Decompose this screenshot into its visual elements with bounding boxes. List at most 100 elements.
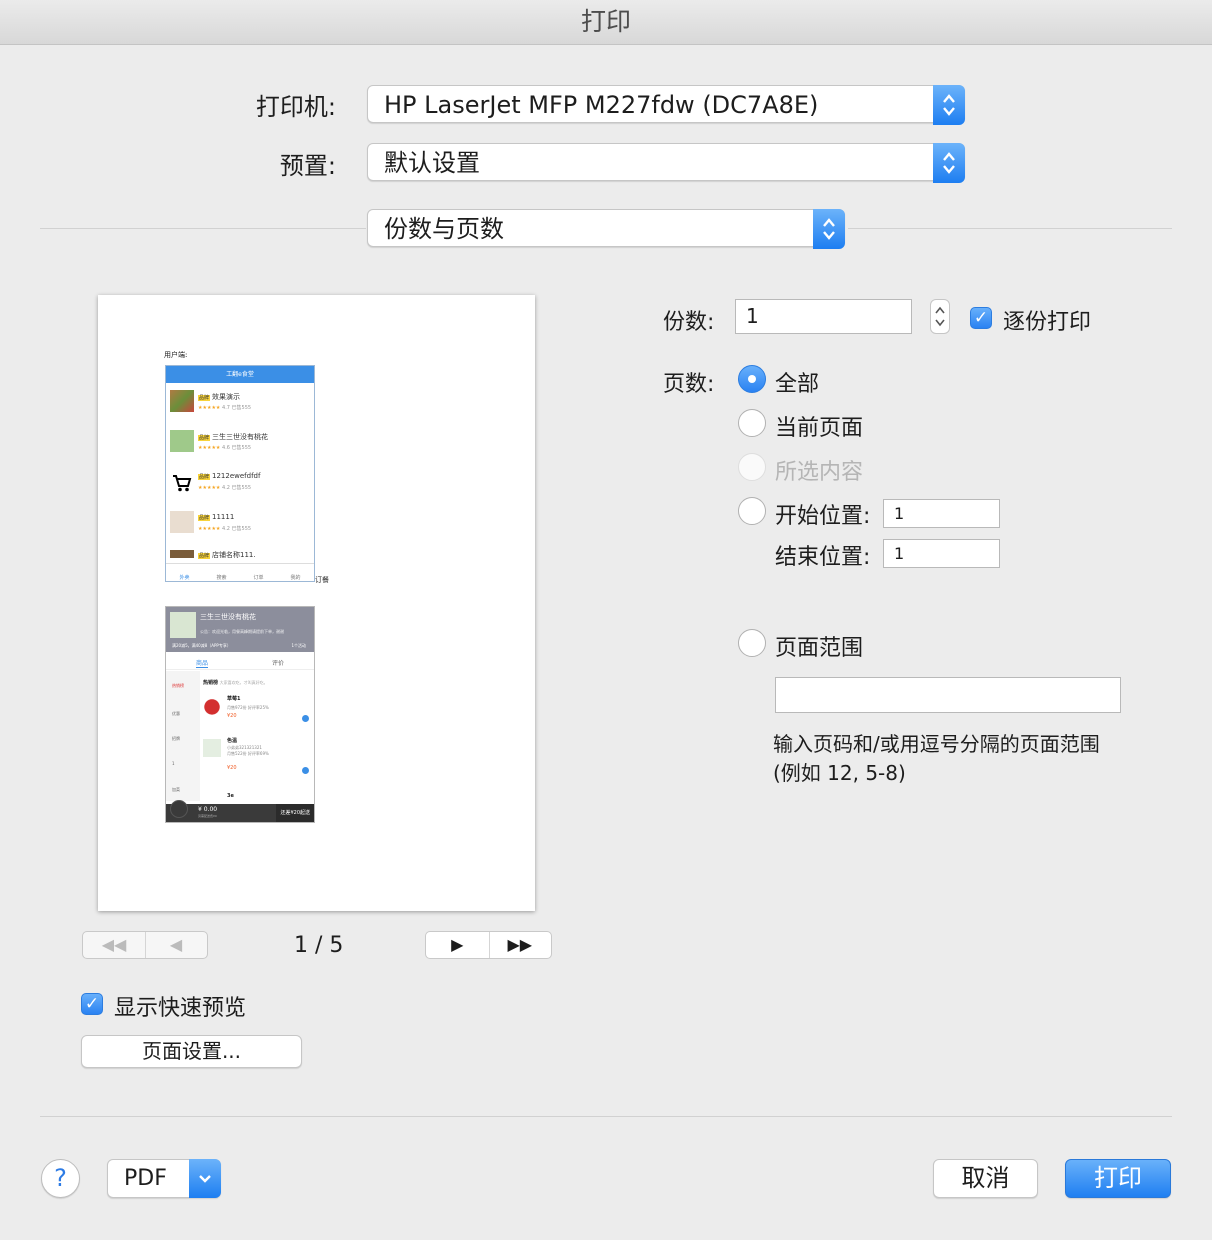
item-desc: 月售972份 好评率25% — [227, 705, 269, 710]
pages-label: 页数: — [663, 372, 715, 397]
shop-badge: 品牌 — [198, 435, 211, 441]
shop-rating: 4.2 已售555 — [222, 485, 252, 491]
section-popup[interactable]: 份数与页数 — [367, 209, 845, 249]
category-extra: 加菜 — [172, 787, 180, 792]
preview-screenshot-store: 三生三世没有桃花 公告：欢迎光临，用餐高峰期请提前下单，谢谢 满20减5，满40… — [165, 606, 315, 823]
printer-value: HP LaserJet MFP M227fdw (DC7A8E) — [384, 91, 819, 119]
first-page-button[interactable]: ◀◀ — [83, 932, 146, 958]
strawberry-thumbnail — [203, 697, 221, 715]
category-hot: 热销榜 — [172, 683, 184, 688]
section-value: 份数与页数 — [384, 215, 504, 243]
pages-to-input[interactable]: 1 — [883, 539, 1000, 568]
footer-separator — [40, 1116, 1172, 1117]
pages-all-radio[interactable] — [738, 365, 766, 393]
print-preview-page: 用户端: 工翻e食堂 品牌 效果演示 ★★★★★ 4.7 已售555 品牌 三生三世… — [98, 295, 535, 911]
preset-label: 预置: — [279, 152, 336, 180]
shop-badge: 品牌 — [198, 395, 211, 401]
category-one: 1 — [172, 761, 175, 766]
quick-preview-label: 显示快速预览 — [114, 996, 247, 1021]
preset-popup[interactable]: 默认设置 — [367, 143, 965, 183]
preview-caption-order: 订餐 — [315, 576, 329, 584]
star-rating-icon: ★★★★★ — [198, 405, 221, 411]
preview-store-tabs: 商品 评价 — [166, 655, 314, 670]
cart-icon — [170, 800, 188, 818]
preview-shop-row: 品牌 1212ewefdfdf ★★★★★ 4.2 已售555 — [166, 470, 314, 500]
next-page-button[interactable]: ▶ — [426, 932, 490, 958]
preview-tab-mine: 我的 — [290, 575, 301, 581]
shop-rating: 4.7 已售555 — [222, 405, 252, 411]
updown-chevron-icon — [813, 209, 845, 249]
printer-popup[interactable]: HP LaserJet MFP M227fdw (DC7A8E) — [367, 85, 965, 125]
shop-name: 效果演示 — [212, 393, 241, 401]
pages-range-input[interactable] — [775, 677, 1121, 713]
cart-total: ¥ 0.00 — [198, 806, 218, 813]
pages-current-radio[interactable] — [738, 409, 766, 437]
cart-icon — [172, 474, 192, 494]
star-rating-icon: ★★★★★ — [198, 485, 221, 491]
shop-badge: 品牌 — [198, 515, 211, 521]
cart-subtext: 另需配送费¥0 — [198, 814, 217, 818]
shop-thumbnail — [170, 511, 194, 533]
item-name: 3e — [227, 793, 234, 799]
collate-checkbox[interactable]: ✓ — [970, 307, 992, 329]
cancel-button[interactable]: 取消 — [933, 1159, 1038, 1198]
shop-name: 11111 — [212, 513, 235, 521]
help-button[interactable]: ? — [41, 1159, 80, 1198]
shop-thumbnail — [170, 430, 194, 452]
pages-from-input[interactable]: 1 — [883, 499, 1000, 528]
pages-from-label: 开始位置: — [775, 504, 871, 529]
cart-cta: 还差¥20起送 — [276, 804, 314, 822]
section-title: 热销榜 — [203, 680, 219, 686]
item-price: ¥20 — [227, 713, 237, 719]
updown-chevron-icon — [933, 143, 965, 183]
preview-tab-home: 外卖 — [179, 575, 190, 581]
add-icon — [302, 767, 309, 774]
shop-name: 三生三世没有桃花 — [212, 433, 269, 441]
shop-rating: 4.2 已售555 — [222, 526, 252, 532]
pdf-menu-button[interactable]: PDF — [107, 1159, 221, 1198]
pdf-label: PDF — [124, 1166, 167, 1191]
item-name: 草莓1 — [227, 696, 241, 702]
preview-tab-reviews: 评价 — [272, 660, 285, 667]
pages-all-label: 全部 — [775, 372, 820, 397]
stepper-arrows-icon — [935, 306, 945, 327]
preview-store-promo: 满20减5，满40减8（APP专享） — [172, 643, 231, 648]
pages-range-radio[interactable] — [738, 629, 766, 657]
updown-chevron-icon — [933, 85, 965, 125]
category-discount: 优惠 — [172, 711, 180, 716]
preview-app-header: 工翻e食堂 — [166, 366, 314, 383]
preview-shop-row: 品牌 店铺名称111. — [166, 550, 314, 562]
shop-rating: 4.6 已售555 — [222, 445, 252, 451]
item-thumbnail — [203, 739, 221, 757]
preview-cart-bar: ¥ 0.00 另需配送费¥0 还差¥20起送 — [166, 800, 314, 822]
preview-category-list: 热销榜 优惠 招牌 1 加菜 — [166, 671, 200, 801]
pages-range-hint: 输入页码和/或用逗号分隔的页面范围(例如 12, 5-8) — [773, 732, 1100, 785]
pages-from-radio[interactable] — [738, 497, 766, 525]
shop-badge: 品牌 — [198, 553, 211, 559]
preview-tab-search: 搜索 — [216, 575, 227, 581]
page-indicator: 1 / 5 — [294, 933, 344, 958]
copies-label: 份数: — [663, 310, 715, 335]
last-page-button[interactable]: ▶▶ — [489, 932, 552, 958]
shop-name: 店铺名称111. — [212, 551, 256, 559]
printer-label: 打印机: — [255, 93, 336, 121]
preview-next-group: ▶ ▶▶ — [425, 931, 552, 959]
copies-input[interactable]: 1 — [735, 299, 912, 334]
preview-caption-user: 用户端: — [164, 351, 188, 359]
pages-selection-label: 所选内容 — [775, 460, 864, 485]
copies-stepper[interactable] — [930, 299, 950, 334]
preview-section-head: 热销榜 大家喜欢吃，才叫真好吃。 — [203, 679, 268, 686]
preview-tab-orders: 订单 — [253, 575, 264, 581]
quick-preview-checkbox[interactable]: ✓ — [81, 993, 103, 1015]
print-button[interactable]: 打印 — [1065, 1159, 1171, 1198]
preview-screenshot-home: 工翻e食堂 品牌 效果演示 ★★★★★ 4.7 已售555 品牌 三生三世没有桃花 … — [165, 365, 315, 582]
section-subtitle: 大家喜欢吃，才叫真好吃。 — [219, 680, 268, 685]
item-name: 色温 — [227, 738, 238, 744]
item-desc-2: 月售522份 好评率69% — [227, 751, 269, 756]
preview-store-name: 三生三世没有桃花 — [200, 613, 256, 621]
prev-page-button[interactable]: ◀ — [145, 932, 207, 958]
store-logo — [170, 612, 196, 638]
page-setup-button[interactable]: 页面设置... — [81, 1035, 302, 1068]
preview-shop-row: 品牌 11111 ★★★★★ 4.2 已售555 — [166, 511, 314, 541]
shop-badge: 品牌 — [198, 474, 211, 480]
